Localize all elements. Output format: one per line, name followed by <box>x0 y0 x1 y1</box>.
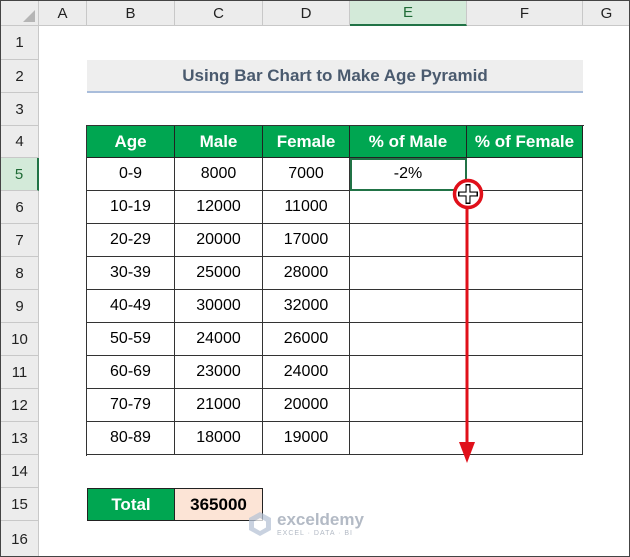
column-header-e[interactable]: E <box>350 1 467 26</box>
cell-female[interactable]: 28000 <box>263 257 350 290</box>
row-header-3[interactable]: 3 <box>1 93 39 126</box>
row-header-1[interactable]: 1 <box>1 26 39 60</box>
header-male[interactable]: Male <box>175 126 263 158</box>
cell-pct-male[interactable] <box>350 422 467 455</box>
cell-age[interactable]: 0-9 <box>87 158 175 191</box>
row-header-7[interactable]: 7 <box>1 224 39 257</box>
cell-age[interactable]: 80-89 <box>87 422 175 455</box>
title-underline <box>87 91 583 93</box>
select-all-button[interactable] <box>1 1 39 26</box>
cell-male[interactable]: 21000 <box>175 389 263 422</box>
cell-female[interactable]: 20000 <box>263 389 350 422</box>
cell-female[interactable]: 11000 <box>263 191 350 224</box>
row-header-15[interactable]: 15 <box>1 488 39 521</box>
column-header-b[interactable]: B <box>87 1 175 26</box>
cell-age[interactable]: 60-69 <box>87 356 175 389</box>
cell-age[interactable]: 30-39 <box>87 257 175 290</box>
watermark-brand: exceldemy <box>277 510 364 529</box>
cell-female[interactable]: 32000 <box>263 290 350 323</box>
cell-male[interactable]: 30000 <box>175 290 263 323</box>
cell-age[interactable]: 50-59 <box>87 323 175 356</box>
cell-pct-male[interactable] <box>350 191 467 224</box>
row-header-6[interactable]: 6 <box>1 191 39 224</box>
cell-pct-female[interactable] <box>467 224 583 257</box>
cell-pct-male[interactable]: -2% <box>350 158 467 191</box>
cell-male[interactable]: 23000 <box>175 356 263 389</box>
cell-pct-female[interactable] <box>467 356 583 389</box>
header-pct-male[interactable]: % of Male <box>350 126 467 158</box>
drag-down-arrow-icon <box>459 206 475 463</box>
header-female[interactable]: Female <box>263 126 350 158</box>
cell-age[interactable]: 20-29 <box>87 224 175 257</box>
row-header-8[interactable]: 8 <box>1 257 39 290</box>
row-header-14[interactable]: 14 <box>1 455 39 488</box>
cell-pct-male[interactable] <box>350 257 467 290</box>
cell-female[interactable]: 19000 <box>263 422 350 455</box>
cell-pct-female[interactable] <box>467 191 583 224</box>
cell-pct-female[interactable] <box>467 257 583 290</box>
cell-pct-female[interactable] <box>467 422 583 455</box>
select-all-triangle-icon <box>23 10 35 22</box>
row-header-16[interactable]: 16 <box>1 521 39 556</box>
total-label[interactable]: Total <box>87 488 175 521</box>
row-header-4[interactable]: 4 <box>1 126 39 158</box>
cell-pct-male[interactable] <box>350 389 467 422</box>
cell-pct-female[interactable] <box>467 389 583 422</box>
cell-age[interactable]: 40-49 <box>87 290 175 323</box>
cell-female[interactable]: 24000 <box>263 356 350 389</box>
cell-age[interactable]: 10-19 <box>87 191 175 224</box>
cell-pct-female[interactable] <box>467 158 583 191</box>
fill-handle-crosshair-icon <box>452 178 484 210</box>
cell-male[interactable]: 24000 <box>175 323 263 356</box>
row-header-9[interactable]: 9 <box>1 290 39 323</box>
column-header-c[interactable]: C <box>175 1 263 26</box>
watermark: exceldemy EXCEL · DATA · BI <box>247 511 364 537</box>
cell-male[interactable]: 12000 <box>175 191 263 224</box>
row-header-2[interactable]: 2 <box>1 60 39 93</box>
spreadsheet: A B C D E F G 1 2 3 4 5 6 7 8 9 10 11 12… <box>0 0 630 557</box>
watermark-tagline: EXCEL · DATA · BI <box>277 530 353 537</box>
header-age[interactable]: Age <box>87 126 175 158</box>
row-header-12[interactable]: 12 <box>1 389 39 422</box>
cell-female[interactable]: 17000 <box>263 224 350 257</box>
cell-pct-male[interactable] <box>350 323 467 356</box>
sheet-title[interactable]: Using Bar Chart to Make Age Pyramid <box>87 60 583 91</box>
column-header-g[interactable]: G <box>583 1 629 26</box>
column-header-a[interactable]: A <box>39 1 87 26</box>
row-header-11[interactable]: 11 <box>1 356 39 389</box>
column-header-f[interactable]: F <box>467 1 583 26</box>
cell-male[interactable]: 18000 <box>175 422 263 455</box>
cell-pct-female[interactable] <box>467 290 583 323</box>
row-header-5[interactable]: 5 <box>1 158 39 191</box>
cell-female[interactable]: 26000 <box>263 323 350 356</box>
row-header-13[interactable]: 13 <box>1 422 39 455</box>
cell-pct-male[interactable] <box>350 224 467 257</box>
column-header-d[interactable]: D <box>263 1 350 26</box>
header-pct-female[interactable]: % of Female <box>467 126 583 158</box>
cell-pct-male[interactable] <box>350 290 467 323</box>
exceldemy-logo-icon <box>249 512 271 536</box>
cell-male[interactable]: 25000 <box>175 257 263 290</box>
row-header-10[interactable]: 10 <box>1 323 39 356</box>
cell-pct-male[interactable] <box>350 356 467 389</box>
cell-pct-female[interactable] <box>467 323 583 356</box>
cell-male[interactable]: 8000 <box>175 158 263 191</box>
cell-female[interactable]: 7000 <box>263 158 350 191</box>
cell-age[interactable]: 70-79 <box>87 389 175 422</box>
cell-male[interactable]: 20000 <box>175 224 263 257</box>
